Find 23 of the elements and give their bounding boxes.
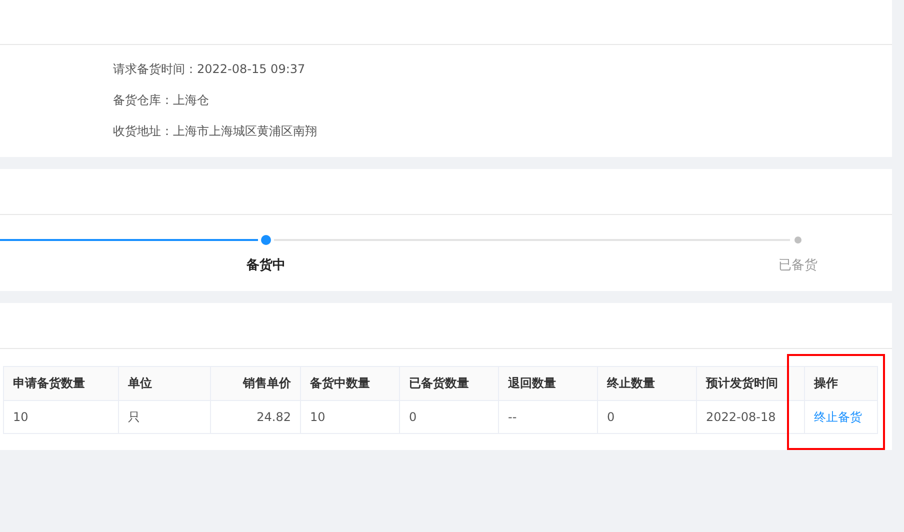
- column-header: 单位: [118, 366, 210, 400]
- info-line: 收货地址：上海市上海城区黄浦区南翔: [113, 123, 318, 140]
- table-cell: --: [498, 400, 598, 434]
- table-cell: 只: [118, 400, 210, 434]
- column-header: 销售单价: [210, 366, 300, 400]
- column-header: 终止数量: [598, 366, 696, 400]
- column-header: 预计发货时间: [696, 366, 804, 400]
- column-header: 备货中数量: [300, 366, 400, 400]
- info-line: 备货仓库：上海仓: [113, 92, 210, 109]
- column-header: 申请备货数量: [4, 366, 118, 400]
- table-cell: 2022-08-18: [696, 400, 804, 434]
- column-header: 退回数量: [498, 366, 598, 400]
- terminate-link[interactable]: 终止备货: [814, 410, 862, 424]
- info-line: 请求备货时间：2022-08-15 09:37: [113, 61, 306, 78]
- table-cell: 24.82: [210, 400, 300, 434]
- table-cell: 10: [4, 400, 118, 434]
- step-label: 已备货: [778, 257, 818, 274]
- column-header: 已备货数量: [400, 366, 498, 400]
- table-cell: 0: [598, 400, 696, 434]
- column-header: 操作: [804, 366, 878, 400]
- step-label: 备货中: [246, 257, 286, 274]
- table-cell: 0: [400, 400, 498, 434]
- table-cell: 10: [300, 400, 400, 434]
